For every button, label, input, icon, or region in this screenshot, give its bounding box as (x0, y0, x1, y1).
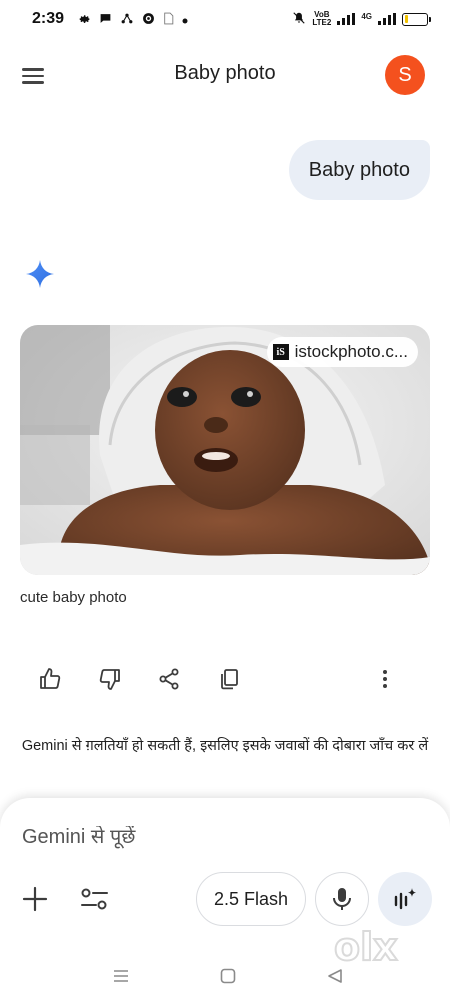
dot-icon (182, 13, 188, 26)
response-actions (0, 662, 450, 696)
image-result-card[interactable]: iS istockphoto.c... (20, 325, 430, 575)
mic-icon[interactable] (315, 872, 369, 926)
share-icon[interactable] (152, 662, 186, 696)
avatar[interactable]: S (385, 55, 425, 95)
chat-icon (99, 12, 112, 27)
tools-icon[interactable] (78, 884, 112, 914)
network-icon (120, 12, 134, 27)
live-mode-icon[interactable] (378, 872, 432, 926)
sim-icon (163, 12, 174, 27)
notification-icons (78, 12, 188, 27)
signal-icon-2 (378, 13, 396, 25)
add-icon[interactable] (20, 884, 50, 914)
copy-icon[interactable] (212, 662, 246, 696)
user-message-bubble[interactable]: Baby photo (288, 140, 430, 200)
system-icons: VoB LTE2 4G (292, 11, 431, 27)
volte-label: VoB LTE2 (312, 11, 331, 27)
back-icon[interactable] (320, 961, 350, 991)
prompt-input[interactable] (22, 826, 322, 849)
thumbs-down-icon[interactable] (93, 662, 127, 696)
thumbs-up-icon[interactable] (33, 662, 67, 696)
signal-icon (337, 13, 356, 25)
volte-label-bottom: LTE2 (312, 18, 332, 27)
source-link-text: istockphoto.c... (294, 342, 408, 361)
gemini-spark-icon (24, 258, 56, 290)
mute-icon (292, 11, 306, 27)
home-icon[interactable] (213, 961, 243, 991)
status-bar: 2:39 VoB LTE2 4G (0, 0, 450, 38)
network-type: 4G (361, 12, 372, 21)
istock-logo: iS (272, 344, 289, 360)
disclaimer-text: Gemini से ग़लतियाँ हो सकती हैं, इसलिए इस… (21, 738, 429, 754)
battery-icon (402, 12, 431, 26)
status-time: 2:39 (32, 10, 65, 27)
image-caption: cute baby photo (20, 589, 127, 606)
more-vert-icon[interactable] (368, 662, 402, 696)
source-link[interactable]: iS istockphoto.c... (266, 337, 418, 367)
system-nav-bar (0, 955, 450, 995)
battery-fill (404, 15, 409, 23)
recents-icon[interactable] (106, 961, 136, 991)
gear-icon (78, 12, 91, 27)
vpn-icon (142, 12, 155, 27)
model-selector-button[interactable]: 2.5 Flash (196, 872, 306, 926)
app-bar: Baby photo S (0, 40, 450, 112)
page-title: Baby photo (174, 62, 276, 84)
